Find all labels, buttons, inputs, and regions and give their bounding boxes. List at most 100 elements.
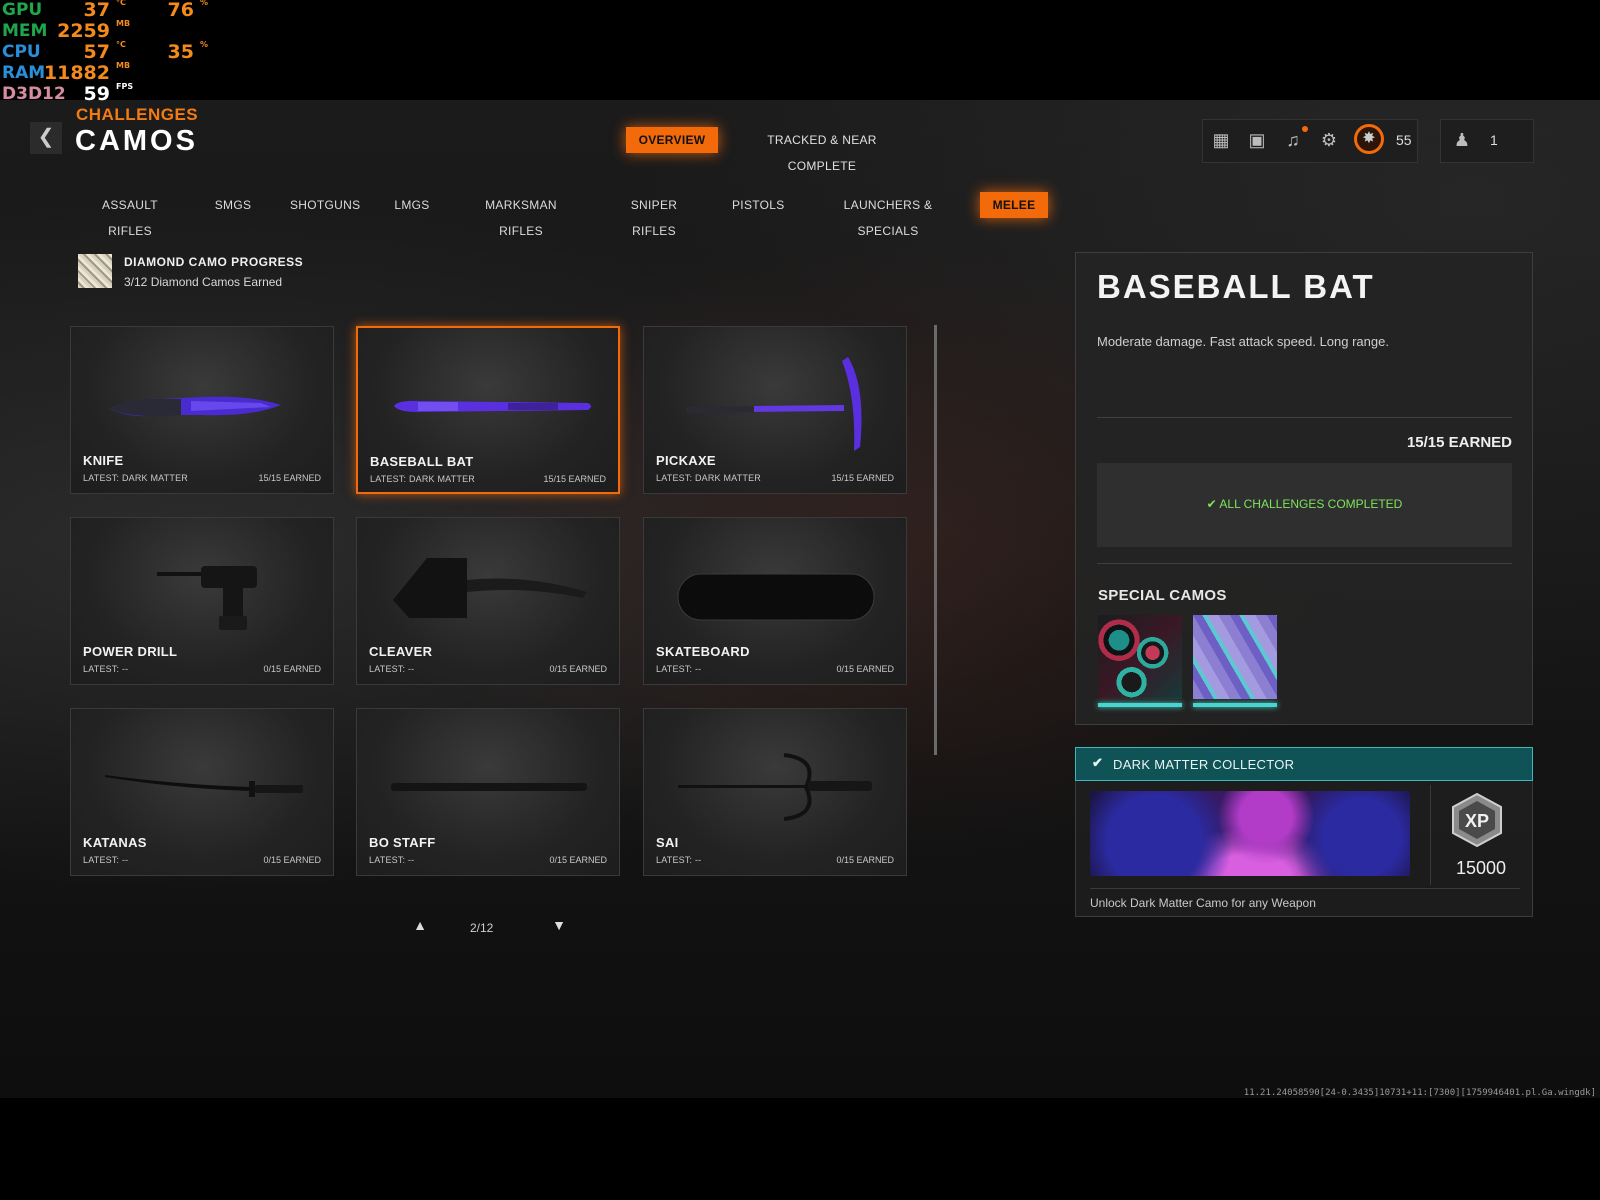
tab-launchers-specials[interactable]: LAUNCHERS & SPECIALS — [818, 192, 958, 238]
party-count: 1 — [1490, 132, 1498, 148]
weapon-earned: 0/15 EARNED — [549, 664, 607, 674]
perf-unit: °C — [116, 40, 126, 49]
weapon-name: CLEAVER — [369, 644, 433, 659]
gear-icon[interactable]: ⚙ — [1317, 128, 1341, 152]
weapon-earned: 15/15 EARNED — [831, 473, 894, 483]
grid-menu-icon[interactable]: ▦ — [1209, 128, 1233, 152]
weapon-latest-camo: LATEST: -- — [656, 664, 702, 674]
weapon-card-cleaver[interactable]: CLEAVER LATEST: -- 0/15 EARNED — [356, 517, 620, 685]
back-button[interactable]: ❮ — [30, 122, 62, 154]
perf-row-gpu: GPU 37 °C 76 % — [0, 0, 230, 21]
weapon-name: POWER DRILL — [83, 644, 178, 659]
weapon-latest-camo: LATEST: DARK MATTER — [370, 474, 475, 484]
xp-icon: XP — [1452, 792, 1502, 848]
divider — [1097, 417, 1512, 418]
perf-value: 11882 — [43, 62, 110, 84]
perf-value: 37 — [83, 0, 110, 21]
diamond-progress-title: DIAMOND CAMO PROGRESS — [124, 255, 304, 269]
power-drill-image — [157, 566, 257, 630]
perf-row-cpu: CPU 57 °C 35 % — [0, 40, 230, 63]
weapon-latest-camo: LATEST: -- — [369, 855, 415, 865]
diamond-progress-subtitle: 3/12 Diamond Camos Earned — [124, 275, 283, 289]
skateboard-image — [677, 573, 875, 621]
weapon-list-scrollbar[interactable] — [934, 325, 937, 755]
weapon-card-knife[interactable]: KNIFE LATEST: DARK MATTER 15/15 EARNED — [70, 326, 334, 494]
weapon-earned: 0/15 EARNED — [836, 855, 894, 865]
tab-sniper-rifles[interactable]: SNIPER RIFLES — [612, 192, 696, 238]
perf-label: CPU — [2, 42, 41, 62]
reward-xp: 15000 — [1455, 858, 1507, 878]
party-icon: ♟ — [1453, 130, 1471, 150]
perf-row-mem: MEM 2259 MB — [0, 19, 230, 42]
diamond-camo-swatch — [78, 254, 112, 288]
perf-value: 2259 — [57, 20, 110, 42]
perf-value: 57 — [83, 41, 110, 63]
weapon-card-skateboard[interactable]: SKATEBOARD LATEST: -- 0/15 EARNED — [643, 517, 907, 685]
check-icon: ✔ — [1206, 497, 1220, 511]
weapon-name: KATANAS — [83, 835, 147, 850]
weapon-earned: 15/15 EARNED — [543, 474, 606, 484]
bo-staff-image — [391, 783, 587, 791]
weapon-card-power-drill[interactable]: POWER DRILL LATEST: -- 0/15 EARNED — [70, 517, 334, 685]
perf-label: D3D12 — [2, 84, 66, 104]
rank-value: 55 — [1396, 132, 1412, 148]
weapon-card-baseball-bat[interactable]: BASEBALL BAT LATEST: DARK MATTER 15/15 E… — [356, 326, 620, 494]
special-camo-swatch-1[interactable] — [1098, 615, 1182, 699]
tab-melee[interactable]: MELEE — [980, 192, 1048, 218]
weapon-name: PICKAXE — [656, 453, 716, 468]
tab-smgs[interactable]: SMGS — [210, 192, 256, 218]
rank-badge[interactable]: ✸ — [1354, 124, 1384, 154]
katanas-image — [105, 775, 303, 797]
chevron-down-icon: ▼ — [552, 917, 566, 933]
weapon-latest-camo: LATEST: DARK MATTER — [656, 473, 761, 483]
perf-label: GPU — [2, 0, 43, 20]
weapon-card-katanas[interactable]: KATANAS LATEST: -- 0/15 EARNED — [70, 708, 334, 876]
xp-icon-label: XP — [1465, 811, 1489, 831]
perf-row-fps: D3D12 59 FPS — [0, 82, 230, 105]
page-up-button[interactable]: ▲ — [410, 917, 430, 937]
build-string: 11.21.24058590[24-0.3435]10731+11:[7300]… — [1243, 1088, 1596, 1098]
hud-toolbar — [1202, 119, 1418, 163]
sai-image — [678, 753, 872, 821]
divider — [1090, 888, 1520, 889]
page-indicator: 2/12 — [470, 921, 494, 935]
divider — [1097, 563, 1512, 564]
perf-value: 59 — [83, 83, 110, 105]
chevron-left-icon: ❮ — [37, 126, 55, 148]
perf-unit-2: % — [200, 0, 209, 7]
weapon-name: BASEBALL BAT — [370, 454, 474, 469]
bell-icon[interactable]: ♫ — [1281, 128, 1305, 152]
special-camos-label: SPECIAL CAMOS — [1098, 587, 1227, 604]
perf-unit: MB — [116, 61, 131, 70]
weapon-name: SAI — [656, 835, 679, 850]
perf-label: RAM — [2, 63, 46, 83]
challenge-status: ✔ ALL CHALLENGES COMPLETED — [1097, 497, 1512, 511]
weapon-name: SKATEBOARD — [656, 644, 750, 659]
weapon-card-sai[interactable]: SAI LATEST: -- 0/15 EARNED — [643, 708, 907, 876]
social-icon[interactable]: ▣ — [1245, 128, 1269, 152]
weapon-card-bo-staff[interactable]: BO STAFF LATEST: -- 0/15 EARNED — [356, 708, 620, 876]
weapon-earned: 0/15 EARNED — [263, 855, 321, 865]
reward-description: Unlock Dark Matter Camo for any Weapon — [1090, 896, 1316, 910]
tab-assault-rifles[interactable]: ASSAULT RIFLES — [82, 192, 178, 238]
tab-shotguns[interactable]: SHOTGUNS — [290, 192, 360, 218]
perf-unit: FPS — [116, 82, 134, 91]
perf-label: MEM — [2, 21, 48, 41]
perf-value-2: 76 — [167, 0, 194, 21]
special-camo-swatch-2[interactable] — [1193, 615, 1277, 699]
knife-image — [109, 396, 281, 417]
pickaxe-image — [686, 357, 862, 451]
page-title: CAMOS — [75, 125, 198, 157]
tab-tracked-near-complete[interactable]: TRACKED & NEAR COMPLETE — [748, 127, 896, 173]
special-camo-progress-1 — [1098, 703, 1182, 707]
perf-value-2: 35 — [167, 41, 194, 63]
tab-lmgs[interactable]: LMGS — [392, 192, 432, 218]
weapon-latest-camo: LATEST: -- — [656, 855, 702, 865]
weapon-card-pickaxe[interactable]: PICKAXE LATEST: DARK MATTER 15/15 EARNED — [643, 326, 907, 494]
cleaver-image — [393, 558, 587, 618]
tab-pistols[interactable]: PISTOLS — [732, 192, 784, 218]
tab-overview[interactable]: OVERVIEW — [626, 127, 718, 153]
page-down-button[interactable]: ▼ — [549, 917, 569, 937]
tab-marksman-rifles[interactable]: MARKSMAN RIFLES — [466, 192, 576, 238]
dark-matter-reward-image — [1090, 791, 1410, 876]
